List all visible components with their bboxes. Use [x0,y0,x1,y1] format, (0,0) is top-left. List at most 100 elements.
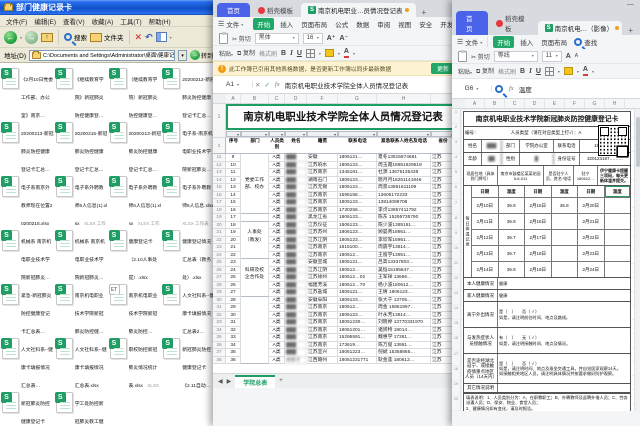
cell-dept[interactable] [241,334,269,342]
cell-emergency-contact[interactable]: 李欣军18951… [377,237,431,245]
temp-date-cell[interactable]: 2月24日 [578,262,605,277]
row-number[interactable]: 14 [213,177,226,185]
cell-no[interactable]: 32 [226,327,241,335]
row-number[interactable]: 17 [213,199,226,207]
cell-origin[interactable]: 江苏南京 [307,207,338,215]
cell-emergency-contact[interactable]: 吴恺15195847… [377,267,431,275]
cell-emergency-contact[interactable]: 倪斌 15358865… [377,349,431,357]
label-in-nanjing[interactable]: 是否驻宁人员、姓名·电话 [544,166,574,185]
table-row[interactable]: 27 25 企合作处 A类 ███ 江苏徐州 180612…02 王军祥 136… [213,274,460,282]
cell-no[interactable]: 34 [226,342,241,350]
cell-category[interactable]: A类 [269,259,285,267]
table-column-header[interactable]: 紧急联系人姓名及电话 [377,138,431,153]
cell-category[interactable]: A类 [269,244,285,252]
cell-category[interactable]: A类 [269,312,285,320]
cut-button[interactable]: ✂ 剪切 [232,34,251,43]
underline-icon[interactable]: U [536,68,541,75]
cell-no[interactable]: 11 [226,169,241,177]
forward-icon[interactable]: → [25,31,38,44]
file-item[interactable]: S 健康登记卡（2.10人事处提）.xlsx XLSX 工作表 [109,228,163,282]
underline-icon[interactable]: U [297,50,302,57]
font-size-select[interactable]: 16▾ [303,33,323,44]
font-select[interactable]: 黑体▾ [255,33,299,44]
cell-emergency-contact[interactable]: 周震宇13814… [377,244,431,252]
row-number[interactable]: 2 [452,124,460,139]
column-header[interactable]: E [545,99,565,108]
temp-date-cell[interactable]: 2月23日 [578,246,605,261]
cell-name-redacted[interactable]: ███ [285,327,307,335]
find-button[interactable]: 查找 [574,37,597,47]
temp-date-cell[interactable]: 2月12日 [472,230,499,245]
cell-name-redacted[interactable]: ███ [285,192,307,200]
cell-no[interactable]: 31 [226,319,241,327]
cell-dept[interactable]: 人事处 [241,229,269,237]
cell-emergency-contact[interactable]: 陈少波1385161… [377,222,431,230]
cell-no[interactable]: 22 [226,252,241,260]
row-number[interactable]: 26 [213,267,226,275]
file-item[interactable]: S 紧急-新冠肺炎防控健康登记卡汇总表… XLSX 工作表 [1,282,55,336]
table-row[interactable]: 30 28 A类 ███ 安徽阜阳 1806123… 张大千 13705… 江苏 [213,297,460,305]
format-painter-button[interactable]: 格式刷 [498,67,516,76]
cut-button[interactable]: ✂ 剪切 [471,52,490,61]
row-number[interactable]: 20 [213,222,226,230]
cell-dept[interactable]: 企合作处 [241,274,269,282]
font-smaller-icon[interactable]: A⁻ [339,34,348,42]
row-number[interactable]: 18 [452,366,460,381]
table-row[interactable]: 12 10 A类 ███ 江苏响水 1806123… 周玉霞1895162951… [213,162,460,170]
row-number[interactable]: 25 [213,259,226,267]
cell-origin[interactable]: 江苏南京 [307,312,338,320]
cell-no[interactable]: 18 [226,222,241,230]
cell-emergency-contact[interactable]: 王军祥 13656… [377,274,431,282]
row-number[interactable]: 22 [213,237,226,245]
qa-value[interactable]: 有（ ） 无（ √ ） 如是，请注明接触时间、地点及情况。 [498,328,630,353]
cell-phone[interactable]: 1806123… [338,199,377,207]
qa-value[interactable]: 健康 [498,278,630,289]
ribbon-tab[interactable]: 公式 [333,18,350,30]
row-number[interactable]: 23 [213,244,226,252]
views-dropdown-icon[interactable]: ▾ [170,35,172,40]
paste-button[interactable]: 粘贴▾ [458,67,472,76]
table-row[interactable]: 36 34 A类 ███ 江苏南京 173619… 陈万俊 13951… 江苏 [213,342,460,350]
ribbon-tab[interactable]: 开始 [493,36,514,48]
cell-origin[interactable]: 福建芳溪 [307,282,338,290]
cell-phone[interactable]: 18061231771 [338,357,377,365]
column-header[interactable]: D [285,94,307,103]
table-row[interactable]: 14 12 党委工作 A类 ███ 湖南石门 1806123… 晓月月18261… [213,177,460,185]
row-number[interactable]: 7 [452,200,460,215]
cell-name-redacted[interactable]: ███ [285,334,307,342]
cell-category[interactable]: A类 [269,342,285,350]
cell-name-redacted[interactable]: ███ [285,319,307,327]
cell-no[interactable]: 27 [226,289,241,297]
cell-origin[interactable]: 江苏南京 [307,252,338,260]
row-number[interactable]: 1 [452,109,460,124]
ribbon-tab[interactable]: 安全 [417,18,434,30]
ribbon-tab[interactable]: 页面布局 [539,36,569,48]
temp-date-cell[interactable]: 2月11日 [472,214,499,229]
temp-value-cell[interactable] [605,230,631,245]
cell-no[interactable]: 13 [226,184,241,192]
cell-emergency-contact[interactable]: 顾晏青18951… [377,229,431,237]
cell-dept[interactable] [241,327,269,335]
cell-no[interactable]: 14 [226,192,241,200]
font-size-select[interactable]: 11▾ [542,51,562,62]
cell-dept[interactable]: （教发） [241,237,269,245]
cell-dept[interactable] [241,199,269,207]
cell-name-redacted[interactable]: ███ [285,237,307,245]
cell-category[interactable]: A类 [269,154,285,162]
value-gender-redacted[interactable]: █ [520,153,554,165]
file-item[interactable]: S 电子系外聘教师6人信息.xlsx XLSX 工作表 [162,174,216,228]
cell-dept[interactable] [241,312,269,320]
file-item[interactable]: S 电子系南京外教师现在位置20200215.xlsx XLSX 工作表 [1,174,55,228]
filter-dropdown-icon[interactable]: ▾ [226,131,241,137]
cell-emergency-contact[interactable]: 杜源 13675135438 [377,169,431,177]
select-all-corner[interactable] [452,99,465,108]
cell-phone[interactable]: 180612… [338,252,377,260]
explorer-menu-item[interactable]: 文件(F) [6,16,27,26]
value-residence[interactable]: 南京市鼓楼区某某花园5-6-011 [498,166,544,185]
qa-label[interactable]: 其它情况说明 [464,384,498,392]
filter-dropdown-icon[interactable]: ▾ [338,131,377,137]
file-item[interactable]: S 《继续教育学院》新冠肺炎防控健康登… XLSX 工作表 [55,66,109,120]
cell-origin[interactable]: 江苏南京 [307,199,338,207]
cell-name-redacted[interactable]: ███ [285,207,307,215]
column-header[interactable]: F [307,94,338,103]
